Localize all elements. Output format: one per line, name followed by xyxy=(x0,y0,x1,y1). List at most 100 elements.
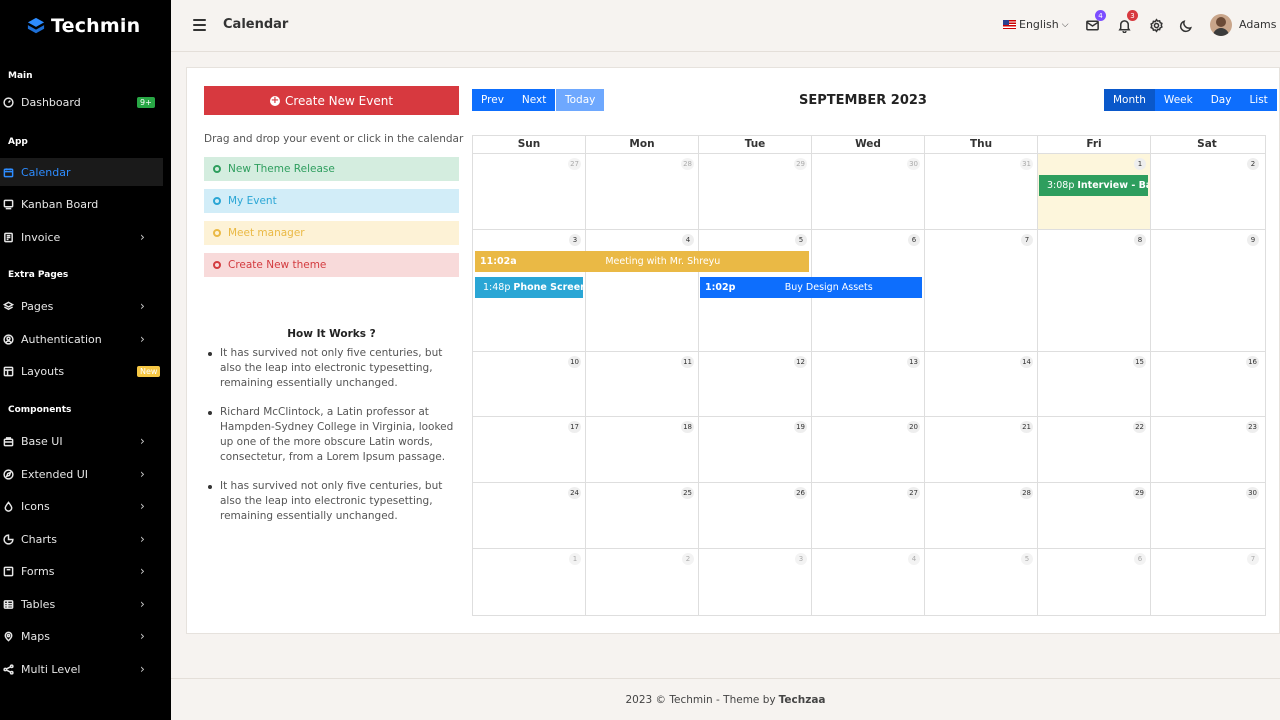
calendar-day-cell[interactable]: 17 xyxy=(473,417,585,482)
day-number[interactable]: 19 xyxy=(794,421,807,433)
calendar-day-cell[interactable]: 14 xyxy=(924,352,1037,416)
calendar-day-cell[interactable]: 7 xyxy=(924,230,1037,351)
sidebar-item-authentication[interactable]: Authentication › xyxy=(0,325,163,353)
create-event-button[interactable]: + Create New Event xyxy=(204,86,459,115)
day-number[interactable]: 20 xyxy=(907,421,920,433)
calendar-day-cell[interactable]: 9 xyxy=(1150,230,1263,351)
day-number[interactable]: 15 xyxy=(1133,356,1146,368)
day-number[interactable]: 2 xyxy=(1247,158,1259,170)
footer-author[interactable]: Techzaa xyxy=(779,694,826,706)
sidebar-item-charts[interactable]: Charts › xyxy=(0,525,163,553)
calendar-day-cell[interactable]: 19 xyxy=(698,417,811,482)
day-number[interactable]: 27 xyxy=(568,158,581,170)
calendar-day-cell[interactable]: 8 xyxy=(1037,230,1150,351)
day-number[interactable]: 22 xyxy=(1133,421,1146,433)
day-number[interactable]: 29 xyxy=(794,158,807,170)
calendar-day-cell[interactable]: 30 xyxy=(1150,483,1263,548)
calendar-day-cell[interactable]: 4 xyxy=(811,549,924,615)
day-number[interactable]: 16 xyxy=(1246,356,1259,368)
sidebar-item-dashboard[interactable]: Dashboard 9+ xyxy=(0,88,163,116)
calendar-day-cell[interactable]: 13 xyxy=(811,352,924,416)
day-number[interactable]: 7 xyxy=(1247,553,1259,565)
day-number[interactable]: 25 xyxy=(681,487,694,499)
day-number[interactable]: 10 xyxy=(568,356,581,368)
menu-toggle-icon[interactable] xyxy=(193,19,206,31)
calendar-day-cell[interactable]: 27 xyxy=(473,154,585,229)
view-list-button[interactable]: List xyxy=(1240,89,1277,111)
avatar[interactable] xyxy=(1210,14,1232,36)
calendar-event[interactable]: 11:02a Meeting with Mr. Shreyu xyxy=(475,251,809,272)
calendar-day-cell[interactable]: 24 xyxy=(473,483,585,548)
calendar-event[interactable]: 1:48p Phone Screen - Frontend Engineer xyxy=(475,277,583,298)
calendar-day-cell[interactable]: 30 xyxy=(811,154,924,229)
calendar-day-cell[interactable]: 7 xyxy=(1150,549,1263,615)
calendar-day-cell[interactable]: 6 xyxy=(1037,549,1150,615)
notification-button[interactable]: 3 xyxy=(1115,10,1138,34)
day-number[interactable]: 12 xyxy=(794,356,807,368)
calendar-event[interactable]: 1:02p Buy Design Assets xyxy=(700,277,922,298)
day-number[interactable]: 21 xyxy=(1020,421,1033,433)
prev-button[interactable]: Prev xyxy=(472,89,513,111)
day-number[interactable]: 18 xyxy=(681,421,694,433)
sidebar-item-kanban-board[interactable]: Kanban Board xyxy=(0,190,163,218)
day-number[interactable]: 14 xyxy=(1020,356,1033,368)
calendar-day-cell[interactable]: 11 xyxy=(585,352,698,416)
calendar-day-cell[interactable]: 29 xyxy=(1037,483,1150,548)
day-number[interactable]: 11 xyxy=(681,356,694,368)
sidebar-item-pages[interactable]: Pages › xyxy=(0,292,163,320)
view-month-button[interactable]: Month xyxy=(1104,89,1155,111)
calendar-day-cell[interactable]: 28 xyxy=(585,154,698,229)
calendar-event[interactable]: 3:08p Interview - Backend Engineer xyxy=(1039,175,1148,196)
day-number[interactable]: 5 xyxy=(795,234,807,246)
day-number[interactable]: 3 xyxy=(795,553,807,565)
calendar-day-cell[interactable]: 26 xyxy=(698,483,811,548)
calendar-day-cell[interactable]: 10 xyxy=(473,352,585,416)
sidebar-item-forms[interactable]: Forms › xyxy=(0,557,163,585)
calendar-day-cell[interactable]: 2 xyxy=(1150,154,1263,229)
day-number[interactable]: 23 xyxy=(1246,421,1259,433)
day-number[interactable]: 3 xyxy=(569,234,581,246)
brand[interactable]: Techmin xyxy=(0,0,171,52)
day-number[interactable]: 4 xyxy=(908,553,920,565)
calendar-day-cell[interactable]: 1 xyxy=(473,549,585,615)
day-number[interactable]: 13 xyxy=(907,356,920,368)
day-number[interactable]: 4 xyxy=(682,234,694,246)
username[interactable]: Adams xyxy=(1239,18,1277,31)
view-week-button[interactable]: Week xyxy=(1154,89,1202,111)
day-number[interactable]: 29 xyxy=(1133,487,1146,499)
day-number[interactable]: 9 xyxy=(1247,234,1259,246)
external-event[interactable]: Create New theme xyxy=(204,253,459,277)
sidebar-item-multi-level[interactable]: Multi Level › xyxy=(0,655,163,683)
calendar-day-cell[interactable]: 20 xyxy=(811,417,924,482)
sidebar-item-extended-ui[interactable]: Extended UI › xyxy=(0,460,163,488)
settings-button[interactable] xyxy=(1147,16,1165,34)
theme-toggle-button[interactable] xyxy=(1177,16,1195,34)
sidebar-item-invoice[interactable]: Invoice › xyxy=(0,223,163,251)
calendar-day-cell[interactable]: 31 xyxy=(924,154,1037,229)
day-number[interactable]: 6 xyxy=(1134,553,1146,565)
mail-button[interactable]: 4 xyxy=(1083,10,1106,34)
day-number[interactable]: 6 xyxy=(908,234,920,246)
day-number[interactable]: 26 xyxy=(794,487,807,499)
day-number[interactable]: 8 xyxy=(1134,234,1146,246)
calendar-day-cell[interactable]: 23 xyxy=(1150,417,1263,482)
calendar-day-cell[interactable]: 12 xyxy=(698,352,811,416)
calendar-day-cell[interactable]: 27 xyxy=(811,483,924,548)
sidebar-item-layouts[interactable]: Layouts New xyxy=(0,357,163,385)
day-number[interactable]: 30 xyxy=(1246,487,1259,499)
day-number[interactable]: 1 xyxy=(569,553,581,565)
calendar-day-cell[interactable]: 16 xyxy=(1150,352,1263,416)
day-number[interactable]: 1 xyxy=(1134,158,1146,170)
calendar-day-cell[interactable]: 25 xyxy=(585,483,698,548)
calendar-day-cell[interactable]: 18 xyxy=(585,417,698,482)
view-day-button[interactable]: Day xyxy=(1201,89,1241,111)
language-selector[interactable]: English ⌵ xyxy=(1003,18,1069,31)
sidebar-item-calendar[interactable]: Calendar xyxy=(0,158,163,186)
day-number[interactable]: 17 xyxy=(568,421,581,433)
calendar-day-cell[interactable]: 5 xyxy=(924,549,1037,615)
external-event[interactable]: New Theme Release xyxy=(204,157,459,181)
calendar-day-cell[interactable]: 21 xyxy=(924,417,1037,482)
day-number[interactable]: 5 xyxy=(1021,553,1033,565)
calendar-day-cell[interactable]: 3 xyxy=(698,549,811,615)
external-event[interactable]: My Event xyxy=(204,189,459,213)
